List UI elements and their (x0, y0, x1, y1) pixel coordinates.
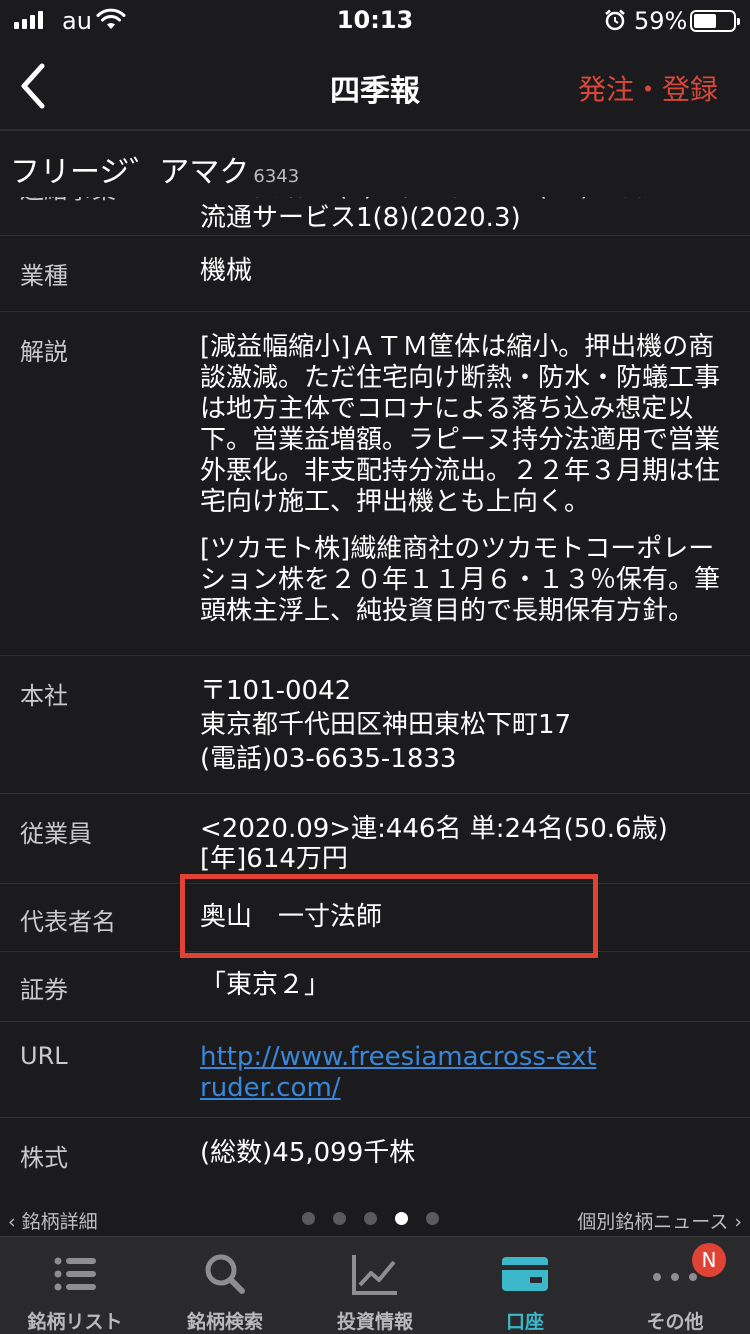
stock-name: フリージ゛アマク 6343 (10, 147, 299, 191)
tab-investment-info[interactable]: 投資情報 (300, 1237, 450, 1334)
phone-number[interactable]: (電話)03-6635-1833 (200, 742, 732, 776)
row-label: 業種 (20, 262, 68, 290)
tab-bar: 銘柄リスト 銘柄検索 投資情報 口座 N その他 (0, 1236, 750, 1334)
search-icon (205, 1254, 245, 1294)
tab-label: その他 (646, 1311, 704, 1333)
postal-code: 〒101-0042 (200, 676, 352, 706)
nav-bar: 四季報 発注・登録 (0, 44, 750, 128)
row-employees: 従業員 <2020.09>連:446名 単:24名(50.6歳) [年]614万… (0, 794, 750, 884)
page-dot[interactable] (333, 1212, 346, 1225)
tab-stock-search[interactable]: 銘柄検索 (150, 1237, 300, 1334)
tab-label: 投資情報 (336, 1311, 413, 1333)
tab-stock-list[interactable]: 銘柄リスト (0, 1237, 150, 1334)
row-label: 代表者名 (20, 908, 116, 936)
commentary-paragraph: [減益幅縮小]ＡＴＭ筐体は縮小。押出機の商談激減。ただ住宅向け断熱・防水・防蟻工… (200, 332, 721, 517)
status-bar: au 10:13 59% (0, 0, 750, 40)
tab-label: 銘柄リスト (27, 1311, 123, 1333)
row-label: 本社 (20, 682, 68, 710)
row-label: 証券 (20, 976, 68, 1004)
list-icon (54, 1257, 96, 1291)
row-shares: 株式 (総数)45,099千株 (0, 1118, 750, 1188)
row-value: 機械 (200, 256, 253, 286)
row-url: URL http://www.freesiamacross-extruder.c… (0, 1022, 750, 1118)
page-dot[interactable] (426, 1212, 439, 1225)
tab-label: 口座 (505, 1311, 544, 1333)
stock-header: フリージ゛アマク 6343 (0, 131, 750, 197)
row-label: URL (20, 1042, 68, 1070)
row-headquarters: 本社 〒101-0042 東京都千代田区神田東松下町17 (電話)03-6635… (0, 656, 750, 794)
company-url-link[interactable]: http://www.freesiamacross-extruder.com/ (200, 1042, 596, 1103)
commentary-paragraph: [ツカモト株]繊維商社のツカモトコーポレーション株を２０年１１月６・１３％保有。… (200, 534, 721, 626)
row-value: 〒101-0042 東京都千代田区神田東松下町17 (電話)03-6635-18… (200, 656, 750, 776)
row-exchange: 証券 「東京２」 (0, 952, 750, 1022)
row-value: 「東京２」 (200, 970, 331, 1000)
row-value: [減益幅縮小]ＡＴＭ筐体は縮小。押出機の商談激減。ただ住宅向け断熱・防水・防蟻工… (200, 312, 750, 627)
tab-account[interactable]: 口座 (450, 1237, 600, 1334)
chart-icon (352, 1255, 397, 1295)
page-indicator[interactable] (302, 1212, 439, 1225)
stock-name-text: フリージ゛アマク (10, 155, 250, 190)
order-register-button[interactable]: 発注・登録 (578, 68, 718, 108)
tab-other[interactable]: N その他 (600, 1237, 750, 1334)
stock-code: 6343 (253, 166, 300, 187)
battery-percent: 59% (634, 7, 688, 35)
row-representative: 代表者名 奥山 一寸法師 (0, 874, 750, 958)
pager-prev-button[interactable]: ‹ 銘柄詳細 (8, 1207, 98, 1234)
highlight-box (180, 874, 598, 958)
row-value: (総数)45,099千株 (200, 1138, 416, 1168)
row-industry: 業種 機械 (0, 236, 750, 312)
row-label: 株式 (20, 1144, 68, 1172)
row-value: http://www.freesiamacross-extruder.com/ (200, 1022, 620, 1104)
page-dot[interactable] (302, 1212, 315, 1225)
tab-label: 銘柄検索 (186, 1311, 263, 1333)
page-dot[interactable] (395, 1212, 408, 1225)
wallet-icon (502, 1257, 548, 1291)
battery-icon (690, 10, 740, 32)
notification-badge: N (692, 1243, 726, 1277)
company-profile-list[interactable]: 連結事業 製造供給30(1)、住宅関連68(15)、投資・ 流通サービス1(8)… (0, 190, 750, 1204)
page-dot[interactable] (364, 1212, 377, 1225)
row-label: 従業員 (20, 820, 92, 848)
pager: ‹ 銘柄詳細 個別銘柄ニュース › (0, 1204, 750, 1236)
row-label: 解説 (20, 338, 68, 366)
pager-next-button[interactable]: 個別銘柄ニュース › (577, 1207, 742, 1234)
row-commentary: 解説 [減益幅縮小]ＡＴＭ筐体は縮小。押出機の商談激減。ただ住宅向け断熱・防水・… (0, 312, 750, 656)
alarm-icon (605, 9, 625, 31)
row-value: <2020.09>連:446名 単:24名(50.6歳) [年]614万円 (200, 814, 668, 874)
address: 東京都千代田区神田東松下町17 (200, 710, 572, 740)
